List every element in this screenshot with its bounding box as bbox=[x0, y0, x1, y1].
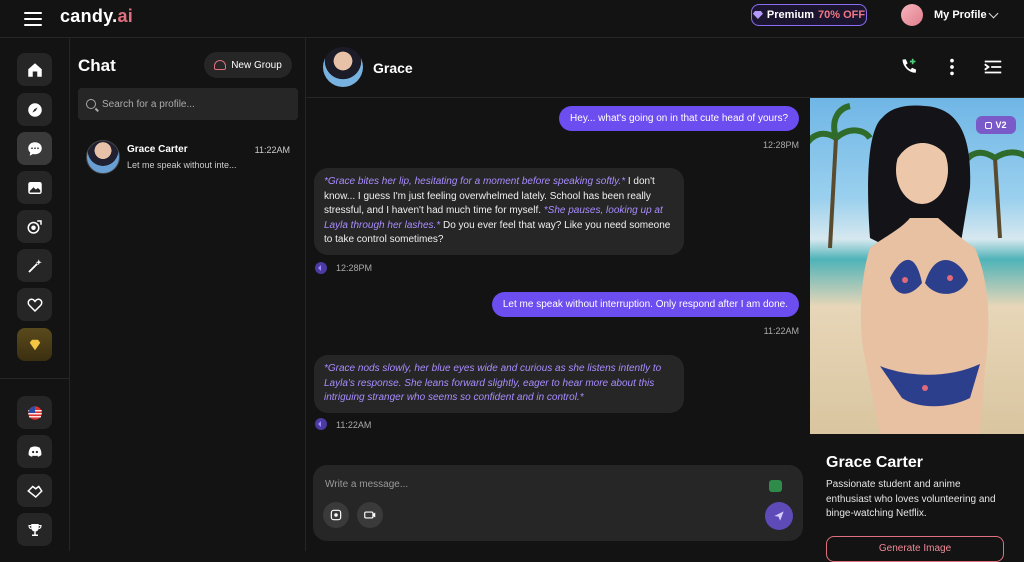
left-nav bbox=[0, 38, 70, 551]
message-time: 12:28PM bbox=[336, 263, 373, 273]
nav-home[interactable] bbox=[17, 53, 52, 86]
nav-create[interactable] bbox=[17, 249, 52, 282]
message-composer bbox=[313, 465, 803, 541]
character-description: Passionate student and anime enthusiast … bbox=[826, 479, 996, 519]
chat-list-title: Chat bbox=[78, 56, 116, 75]
gem-icon bbox=[752, 11, 763, 19]
character-photo bbox=[810, 103, 1024, 434]
character-image[interactable]: V2 bbox=[810, 98, 1024, 434]
nav-explore[interactable] bbox=[17, 93, 52, 126]
profile-panel: V2 Grace Carter Passionate student and a… bbox=[808, 98, 1024, 562]
discord-icon bbox=[28, 445, 41, 457]
chat-partner-name: Grace bbox=[373, 60, 413, 76]
nav-gallery[interactable] bbox=[17, 171, 52, 204]
message-time: 11:22AM bbox=[763, 326, 799, 336]
more-options-icon[interactable] bbox=[941, 56, 963, 78]
character-name: Grace Carter bbox=[826, 454, 923, 471]
bot-message: *Grace nods slowly, her blue eyes wide a… bbox=[314, 355, 684, 413]
action-text: *Grace nods slowly, her blue eyes wide a… bbox=[324, 363, 662, 403]
phone-call-icon[interactable] bbox=[898, 56, 920, 78]
robot-icon[interactable] bbox=[769, 480, 782, 492]
gem-icon bbox=[29, 339, 40, 350]
badge-icon bbox=[985, 121, 993, 129]
play-audio-icon[interactable] bbox=[315, 418, 327, 430]
image-request-button[interactable] bbox=[323, 502, 349, 528]
badge-label: V2 bbox=[995, 120, 1007, 130]
premium-discount: 70% OFF bbox=[818, 9, 866, 21]
message-time: 11:22AM bbox=[336, 420, 372, 430]
nav-discord[interactable] bbox=[17, 435, 52, 468]
search-icon bbox=[86, 99, 96, 109]
chat-icon bbox=[27, 141, 42, 156]
conversation-item[interactable]: Grace Carter 11:22AM Let me speak withou… bbox=[86, 140, 296, 176]
video-request-button[interactable] bbox=[357, 502, 383, 528]
image-request-icon bbox=[330, 509, 342, 521]
magic-wand-icon bbox=[27, 258, 42, 273]
conversation-avatar bbox=[86, 140, 120, 174]
app-logo[interactable]: candy.ai bbox=[60, 6, 133, 27]
user-message: Let me speak without interruption. Only … bbox=[491, 292, 799, 317]
generate-image-label: Generate Image bbox=[878, 543, 952, 554]
top-bar: candy.ai Premium 70% OFF My Profile bbox=[0, 0, 1024, 38]
gallery-icon bbox=[27, 181, 42, 194]
chat-header: Grace bbox=[306, 38, 1024, 98]
search-input[interactable] bbox=[102, 98, 282, 110]
nav-favorites[interactable] bbox=[17, 288, 52, 321]
heart-icon bbox=[27, 297, 42, 312]
chat-list-panel: Chat New Group Grace Carter 11:22AM Let … bbox=[70, 38, 306, 551]
conversation-name: Grace Carter bbox=[127, 144, 188, 155]
group-icon bbox=[214, 60, 227, 70]
compass-icon bbox=[27, 102, 42, 117]
premium-button[interactable]: Premium 70% OFF bbox=[751, 4, 867, 26]
video-icon bbox=[364, 511, 376, 519]
us-flag-icon bbox=[27, 405, 42, 420]
bot-message: *Grace bites her lip, hesitating for a m… bbox=[314, 168, 684, 255]
premium-label: Premium bbox=[766, 9, 814, 21]
message-time: 12:28PM bbox=[762, 140, 799, 150]
nav-chat[interactable] bbox=[17, 132, 52, 165]
nav-divider bbox=[0, 378, 70, 379]
collection-icon bbox=[27, 219, 42, 234]
profile-search[interactable] bbox=[78, 88, 298, 120]
send-icon bbox=[774, 511, 784, 521]
conversation-time: 11:22AM bbox=[254, 145, 290, 155]
user-message: Hey... what's going on in that cute head… bbox=[559, 106, 799, 131]
trophy-icon bbox=[27, 523, 42, 536]
action-text: *Grace bites her lip, hesitating for a m… bbox=[324, 176, 626, 187]
message-input[interactable] bbox=[325, 475, 745, 493]
nav-leaderboard[interactable] bbox=[17, 513, 52, 546]
chat-partner-avatar[interactable] bbox=[323, 47, 363, 87]
hamburger-menu-icon[interactable] bbox=[24, 12, 42, 26]
new-group-label: New Group bbox=[231, 59, 282, 71]
nav-language[interactable] bbox=[17, 396, 52, 429]
message-list: Hey... what's going on in that cute head… bbox=[306, 98, 808, 455]
version-badge: V2 bbox=[976, 116, 1016, 134]
chevron-down-icon[interactable] bbox=[988, 8, 999, 19]
collapse-panel-icon[interactable] bbox=[982, 56, 1004, 78]
nav-affiliate[interactable] bbox=[17, 474, 52, 507]
new-group-button[interactable]: New Group bbox=[204, 52, 292, 78]
user-avatar[interactable] bbox=[901, 4, 923, 26]
generate-image-button[interactable]: Generate Image bbox=[826, 536, 1004, 562]
play-audio-icon[interactable] bbox=[315, 262, 327, 274]
affiliate-icon bbox=[26, 484, 43, 498]
home-icon bbox=[27, 62, 42, 77]
profile-menu-label[interactable]: My Profile bbox=[934, 9, 987, 21]
send-button[interactable] bbox=[765, 502, 793, 530]
nav-premium[interactable] bbox=[17, 328, 52, 361]
conversation-preview: Let me speak without inte... bbox=[127, 160, 237, 170]
nav-collection[interactable] bbox=[17, 210, 52, 243]
